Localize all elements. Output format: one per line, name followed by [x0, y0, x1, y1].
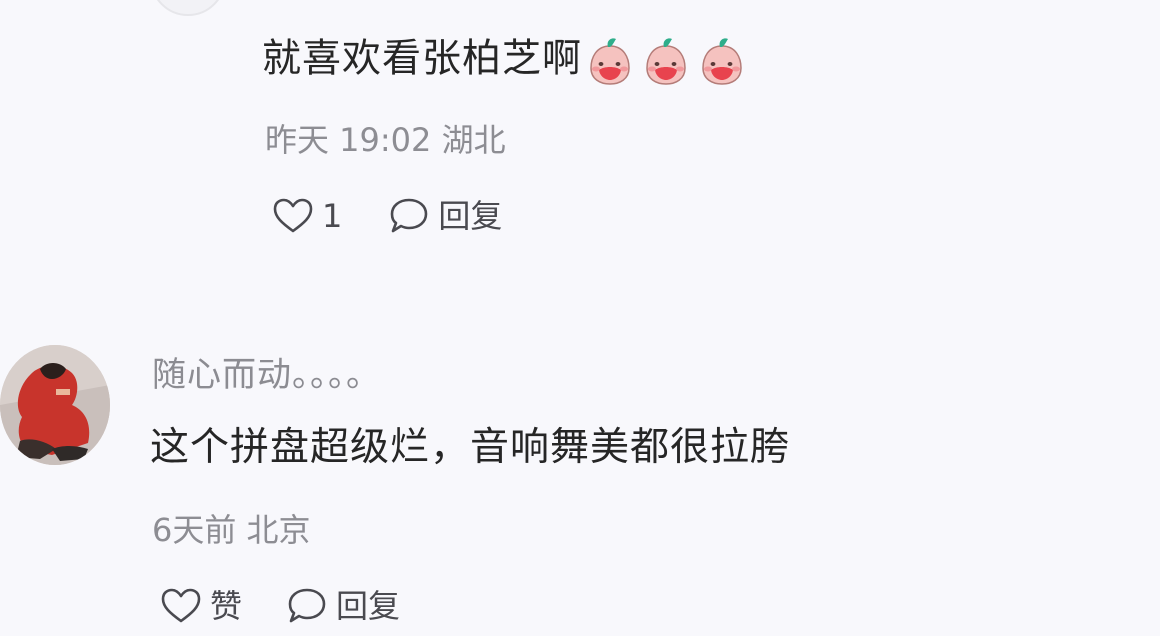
emoji-group: [586, 36, 746, 86]
speech-bubble-icon: [391, 198, 428, 233]
comment-meta: 昨天 19:02 湖北: [265, 121, 506, 159]
blushing-peach-emoji-icon: [590, 38, 630, 85]
like-count: 1: [322, 197, 343, 235]
comment-text: 这个拼盘超级烂，音响舞美都很拉胯: [150, 425, 791, 470]
heart-outline-icon: [161, 588, 201, 623]
like-button[interactable]: 1: [272, 197, 342, 235]
comment-meta: 6天前 北京: [152, 511, 311, 549]
reply-label: 回复: [336, 587, 401, 625]
blushing-peach-emoji-icon: [646, 38, 686, 85]
comment-text: 就喜欢看张柏芝啊: [262, 36, 583, 82]
reply-button[interactable]: 回复: [286, 586, 400, 626]
heart-outline-icon: [273, 198, 313, 233]
comment-actions: 1 回复: [272, 196, 502, 236]
like-button[interactable]: 赞: [160, 587, 242, 625]
comment-actions: 赞 回复: [160, 586, 400, 626]
avatar[interactable]: [0, 345, 110, 465]
reply-label: 回复: [438, 197, 503, 235]
reply-button[interactable]: 回复: [388, 196, 502, 236]
avatar-image: [0, 345, 110, 465]
previous-avatar-edge[interactable]: [150, 0, 226, 16]
comment-content: 就喜欢看张柏芝啊: [262, 36, 746, 86]
like-label: 赞: [210, 587, 243, 625]
speech-bubble-icon: [288, 588, 326, 623]
blushing-peach-emoji-icon: [702, 38, 742, 85]
username[interactable]: 随心而动。。。。: [152, 358, 381, 392]
